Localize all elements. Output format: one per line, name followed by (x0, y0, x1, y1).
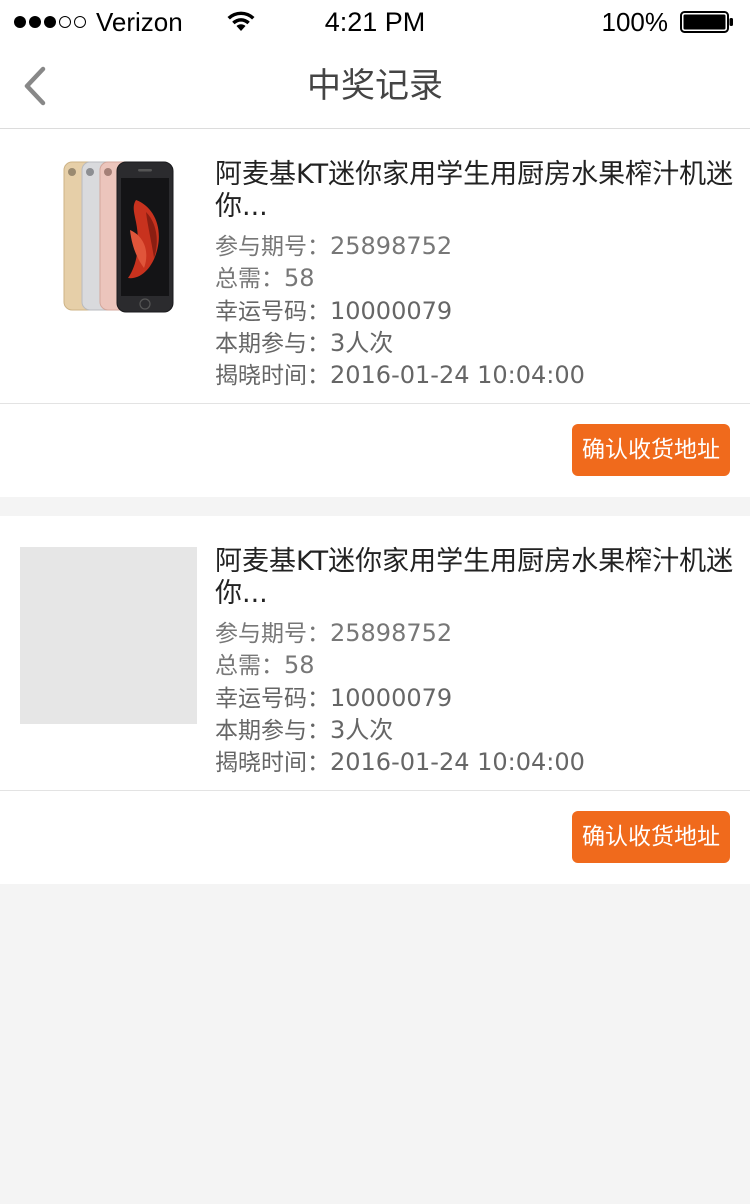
reveal-time-row: 揭晓时间：2016-01-24 10:04:00 (215, 747, 735, 779)
participation-label: 本期参与： (215, 717, 330, 744)
record-info: 阿麦基KT迷你家用学生用厨房水果榨汁机迷你... 参与期号：25898752 总… (215, 159, 735, 392)
participation-row: 本期参与：3人次 (215, 328, 735, 360)
lucky-number-row: 幸运号码：10000079 (215, 683, 735, 715)
total-value: 58 (284, 264, 315, 293)
status-bar: Verizon 4:21 PM 100% (0, 0, 750, 44)
reveal-time-label: 揭晓时间： (215, 363, 330, 390)
total-label: 总需： (215, 266, 284, 293)
back-button[interactable] (14, 62, 54, 110)
period-value: 25898752 (330, 619, 453, 647)
participation-label: 本期参与： (215, 330, 330, 357)
lucky-number-value: 10000079 (330, 296, 453, 325)
record-detail[interactable]: 阿麦基KT迷你家用学生用厨房水果榨汁机迷你... 参与期号：25898752 总… (0, 129, 750, 404)
participation-value: 3人次 (330, 328, 394, 357)
reveal-time-value: 2016-01-24 10:04:00 (330, 748, 585, 777)
lucky-number-label: 幸运号码： (215, 298, 330, 325)
product-title: 阿麦基KT迷你家用学生用厨房水果榨汁机迷你... (215, 546, 734, 609)
battery-icon (680, 11, 733, 33)
reveal-time-row: 揭晓时间：2016-01-24 10:04:00 (215, 360, 735, 392)
period-row: 参与期号：25898752 (215, 231, 735, 263)
lucky-number-row: 幸运号码：10000079 (215, 296, 735, 328)
navigation-bar: 中奖记录 (0, 44, 750, 129)
participation-row: 本期参与：3人次 (215, 715, 735, 747)
total-row: 总需：58 (215, 650, 735, 682)
record-detail[interactable]: 阿麦基KT迷你家用学生用厨房水果榨汁机迷你... 参与期号：25898752 总… (0, 516, 750, 791)
period-label: 参与期号： (215, 234, 330, 260)
participation-value: 3人次 (330, 715, 394, 744)
product-image-placeholder (20, 547, 197, 724)
product-title: 阿麦基KT迷你家用学生用厨房水果榨汁机迷你... (215, 159, 734, 222)
confirm-address-button[interactable]: 确认收货地址 (572, 424, 730, 476)
page-title: 中奖记录 (307, 66, 443, 106)
reveal-time-value: 2016-01-24 10:04:00 (330, 361, 585, 390)
chevron-left-icon (24, 66, 46, 106)
period-value: 25898752 (330, 232, 453, 260)
product-image (63, 161, 174, 313)
reveal-time-label: 揭晓时间： (215, 750, 330, 777)
confirm-address-button[interactable]: 确认收货地址 (572, 811, 730, 863)
period-label: 参与期号： (215, 621, 330, 647)
lucky-number-label: 幸运号码： (215, 685, 330, 712)
total-value: 58 (284, 651, 315, 680)
lucky-number-value: 10000079 (330, 683, 453, 712)
total-row: 总需：58 (215, 263, 735, 295)
total-label: 总需： (215, 653, 284, 680)
record-info: 阿麦基KT迷你家用学生用厨房水果榨汁机迷你... 参与期号：25898752 总… (215, 546, 735, 779)
record-card: 阿麦基KT迷你家用学生用厨房水果榨汁机迷你... 参与期号：25898752 总… (0, 129, 750, 497)
record-card: 阿麦基KT迷你家用学生用厨房水果榨汁机迷你... 参与期号：25898752 总… (0, 516, 750, 884)
battery-percent: 100% (601, 7, 669, 37)
period-row: 参与期号：25898752 (215, 618, 735, 650)
